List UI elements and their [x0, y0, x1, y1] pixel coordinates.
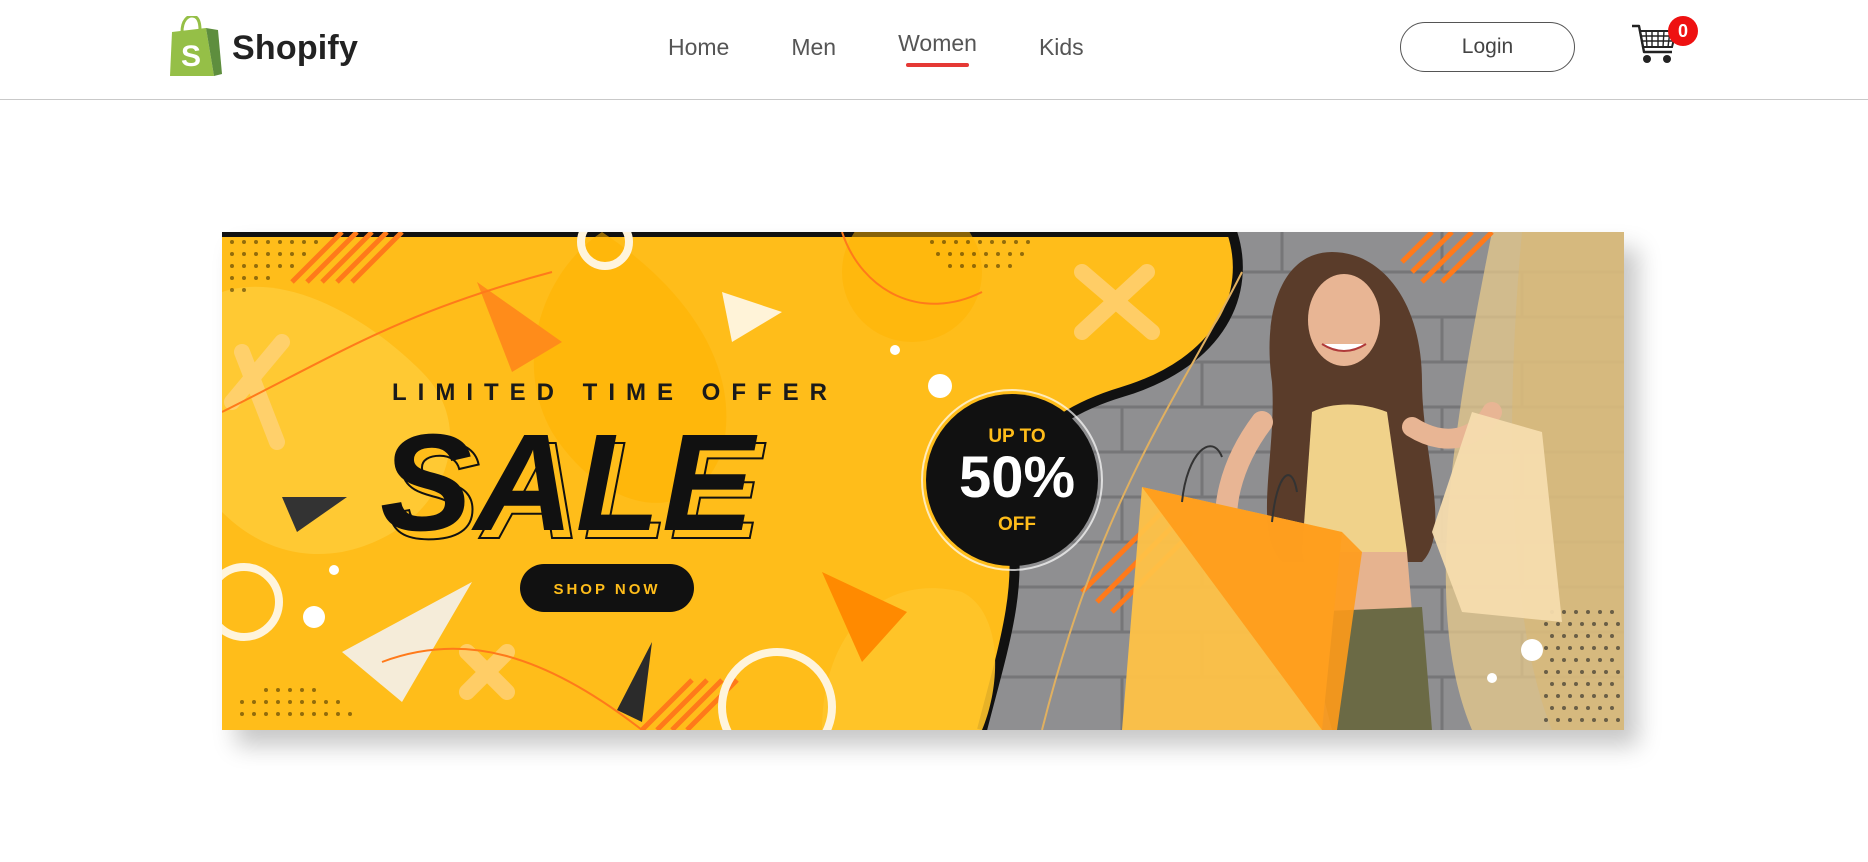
login-button[interactable]: Login	[1400, 22, 1575, 72]
main-nav: Home Men Women Kids	[668, 30, 1146, 70]
banner-tagline: LIMITED TIME OFFER	[392, 379, 838, 406]
nav-home[interactable]: Home	[668, 30, 729, 70]
brand[interactable]: S Shopify	[166, 16, 358, 80]
cart-button[interactable]: 0	[1628, 16, 1698, 72]
nav-men[interactable]: Men	[791, 30, 836, 70]
banner-headline: SALE	[380, 406, 758, 560]
brand-name: Shopify	[232, 28, 359, 67]
discount-badge-bottom: OFF	[998, 514, 1036, 535]
shopify-bag-icon: S	[170, 16, 222, 76]
nav-women[interactable]: Women	[898, 30, 977, 70]
sale-banner-image: LIMITED TIME OFFER SALE SALE SHOP NOW UP…	[222, 232, 1624, 730]
shop-now-button[interactable]: SHOP NOW	[520, 564, 694, 612]
shop-now-label: SHOP NOW	[553, 581, 660, 598]
nav-kids[interactable]: Kids	[1039, 30, 1084, 70]
discount-badge-value: 50%	[959, 445, 1075, 510]
cart-count-badge: 0	[1668, 16, 1698, 46]
sale-banner[interactable]: LIMITED TIME OFFER SALE SALE SHOP NOW UP…	[222, 232, 1624, 730]
discount-badge-top: UP TO	[988, 426, 1045, 447]
navbar: S Shopify Home Men Women Kids Login 0	[0, 0, 1868, 100]
logo-letter: S	[181, 40, 201, 73]
